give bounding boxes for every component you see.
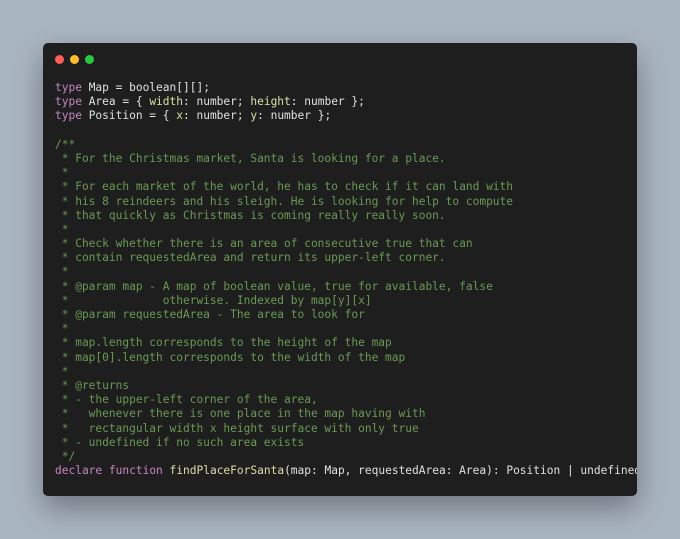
code-line: * @param requestedArea - The area to loo…	[55, 308, 637, 322]
code-token-comment: * his 8 reindeers and his sleigh. He is …	[55, 194, 514, 208]
code-line: * For each market of the world, he has t…	[55, 180, 637, 194]
code-token-plain: : number };	[257, 109, 332, 123]
code-token-comment: *	[55, 166, 69, 180]
code-token-comment: *	[55, 364, 69, 378]
code-token-func: findPlaceForSanta	[169, 464, 285, 478]
code-line: type Map = boolean[][];	[55, 81, 637, 95]
code-line: * - undefined if no such area exists	[55, 436, 637, 450]
code-block: type Map = boolean[][]; type Area = { wid…	[55, 81, 637, 478]
code-line: type Area = { width: number; height: num…	[55, 95, 637, 109]
code-line: * that quickly as Christmas is coming re…	[55, 209, 637, 223]
code-token-plain: (map: Map, requestedArea: Area): Positio…	[284, 464, 637, 478]
code-line: * contain requestedArea and return its u…	[55, 251, 637, 265]
code-token-comment: *	[55, 265, 69, 279]
code-token-keyword: declare	[55, 464, 103, 478]
code-token-plain: Map = boolean[][];	[81, 81, 210, 94]
code-token-keyword: type	[55, 95, 82, 109]
code-line: *	[55, 166, 637, 180]
code-line: * @returns	[55, 379, 637, 393]
code-line: */	[55, 450, 637, 464]
code-token-comment: * that quickly as Christmas is coming re…	[55, 208, 446, 222]
code-token-comment: * whenever there is one place in the map…	[55, 407, 426, 421]
code-token-keyword: type	[55, 109, 82, 123]
code-line: * map.length corresponds to the height o…	[55, 336, 637, 350]
code-line: * rectangular width x height surface wit…	[55, 422, 637, 436]
code-token-comment: * For the Christmas market, Santa is loo…	[55, 151, 446, 165]
code-token-comment: * - the upper-left corner of the area,	[55, 393, 318, 407]
code-token-keyword: type	[55, 81, 82, 94]
code-line: * @param map - A map of boolean value, t…	[55, 280, 637, 294]
code-line: * map[0].length corresponds to the width…	[55, 351, 637, 365]
code-line: declare function findPlaceForSanta(map: …	[55, 464, 637, 478]
code-token-comment: * For each market of the world, he has t…	[55, 180, 514, 194]
code-token-comment: * rectangular width x height surface wit…	[55, 421, 419, 435]
code-token-comment: *	[55, 222, 69, 236]
code-line: * For the Christmas market, Santa is loo…	[55, 152, 637, 166]
minimize-window-button[interactable]	[70, 55, 79, 64]
code-line: /**	[55, 138, 637, 152]
code-token-comment: * contain requestedArea and return its u…	[55, 251, 446, 265]
code-token-comment: * @param requestedArea - The area to loo…	[55, 308, 365, 321]
code-token-prop: height	[250, 95, 291, 109]
code-line: * otherwise. Indexed by map[y][x]	[55, 294, 637, 308]
code-token-prop: x	[176, 109, 183, 123]
code-token-comment: */	[55, 449, 76, 463]
code-line: * Check whether there is an area of cons…	[55, 237, 637, 251]
code-line: * whenever there is one place in the map…	[55, 407, 637, 421]
code-token-comment: * - undefined if no such area exists	[55, 435, 305, 449]
window-titlebar	[43, 43, 637, 77]
code-token-comment: * @returns	[55, 378, 130, 392]
code-line: *	[55, 365, 637, 379]
code-line: * - the upper-left corner of the area,	[55, 393, 637, 407]
code-token-comment: * map[0].length corresponds to the width…	[55, 350, 406, 364]
code-token-keyword: function	[108, 464, 163, 478]
code-token-comment: /**	[55, 137, 76, 151]
code-line: * his 8 reindeers and his sleigh. He is …	[55, 195, 637, 209]
zoom-window-button[interactable]	[85, 55, 94, 64]
code-line: type Position = { x: number; y: number }…	[55, 109, 637, 123]
code-token-plain: Position = {	[81, 109, 177, 123]
code-line: *	[55, 223, 637, 237]
code-line: *	[55, 322, 637, 336]
code-token-prop: width	[149, 95, 183, 109]
code-token-comment: * Check whether there is an area of cons…	[55, 237, 473, 251]
code-token-plain: Area = {	[81, 95, 150, 109]
code-token-comment: * @param map - A map of boolean value, t…	[55, 279, 493, 293]
code-token-plain: : number;	[183, 109, 251, 123]
code-token-comment: * map.length corresponds to the height o…	[55, 336, 392, 350]
code-token-comment: *	[55, 322, 69, 336]
code-token-plain: : number };	[290, 95, 365, 109]
close-window-button[interactable]	[55, 55, 64, 64]
code-line: *	[55, 265, 637, 279]
code-window: type Map = boolean[][]; type Area = { wid…	[43, 43, 637, 496]
code-token-comment: * otherwise. Indexed by map[y][x]	[55, 293, 372, 307]
code-token-plain: : number;	[183, 95, 251, 109]
